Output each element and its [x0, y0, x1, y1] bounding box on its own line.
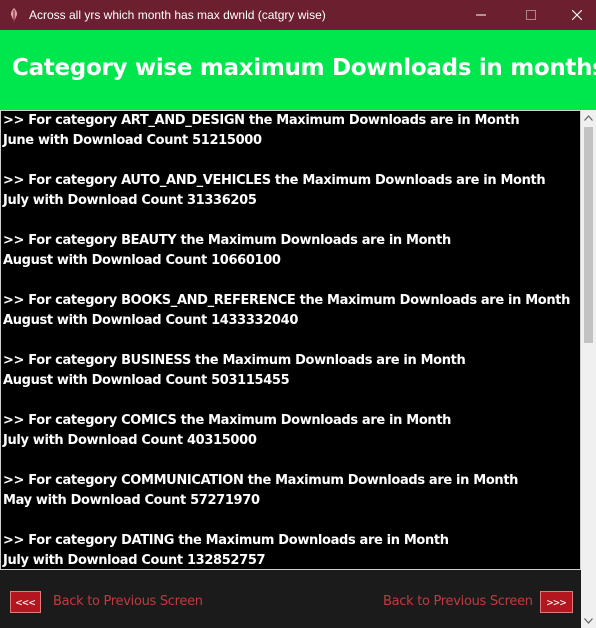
entry-count-line: July with Download Count 31336205: [3, 193, 257, 208]
entry-category-line: >> For category AUTO_AND_VEHICLES the Ma…: [3, 173, 546, 188]
next-button[interactable]: >>>: [540, 591, 573, 613]
list-item: >> For category BUSINESS the Maximum Dow…: [3, 351, 570, 391]
entry-count-line: August with Download Count 1433332040: [3, 313, 299, 328]
list-item: >> For category DATING the Maximum Downl…: [3, 531, 570, 569]
list-item: >> For category ART_AND_DESIGN the Maxim…: [3, 111, 570, 151]
previous-button[interactable]: <<<: [10, 591, 41, 613]
entry-count-line: June with Download Count 51215000: [3, 133, 262, 148]
page-header: Category wise maximum Downloads in month…: [0, 30, 596, 110]
back-link-left[interactable]: Back to Previous Screen: [53, 594, 203, 609]
footer-bar: <<< Back to Previous Screen Back to Prev…: [0, 570, 581, 628]
entry-count-line: July with Download Count 132852757: [3, 553, 266, 568]
window-title: Across all yrs which month has max dwnld…: [29, 8, 326, 22]
minimize-button[interactable]: [458, 0, 504, 30]
results-text-area[interactable]: >> For category ART_AND_DESIGN the Maxim…: [0, 110, 581, 570]
entry-category-line: >> For category BEAUTY the Maximum Downl…: [3, 233, 451, 248]
feather-app-icon: [8, 8, 20, 22]
list-item: >> For category COMICS the Maximum Downl…: [3, 411, 570, 451]
entry-category-line: >> For category ART_AND_DESIGN the Maxim…: [3, 113, 520, 128]
close-button[interactable]: [554, 0, 596, 30]
entry-count-line: July with Download Count 40315000: [3, 433, 257, 448]
minimize-icon: [476, 14, 486, 16]
scroll-up-button[interactable]: [581, 110, 596, 125]
vertical-scrollbar[interactable]: [581, 110, 596, 628]
page-title: Category wise maximum Downloads in month…: [12, 55, 596, 81]
entry-category-line: >> For category DATING the Maximum Downl…: [3, 533, 449, 548]
scrollbar-thumb[interactable]: [584, 127, 593, 343]
entry-count-line: May with Download Count 57271970: [3, 493, 260, 508]
scroll-down-arrow-icon: [584, 617, 593, 624]
entry-count-line: August with Download Count 10660100: [3, 253, 281, 268]
entry-category-line: >> For category BUSINESS the Maximum Dow…: [3, 353, 466, 368]
entry-category-line: >> For category BOOKS_AND_REFERENCE the …: [3, 293, 571, 308]
window-titlebar: Across all yrs which month has max dwnld…: [0, 0, 596, 30]
maximize-button[interactable]: [508, 0, 554, 30]
entry-category-line: >> For category COMICS the Maximum Downl…: [3, 413, 452, 428]
scroll-up-arrow-icon: [584, 114, 593, 121]
entry-count-line: August with Download Count 503115455: [3, 373, 290, 388]
maximize-icon: [526, 10, 536, 20]
list-item: >> For category BOOKS_AND_REFERENCE the …: [3, 291, 570, 331]
close-icon: [572, 10, 582, 20]
scroll-down-button[interactable]: [581, 613, 596, 628]
back-link-right[interactable]: Back to Previous Screen: [383, 594, 533, 609]
list-item: >> For category BEAUTY the Maximum Downl…: [3, 231, 570, 271]
results-list: >> For category ART_AND_DESIGN the Maxim…: [3, 111, 570, 569]
entry-category-line: >> For category COMMUNICATION the Maximu…: [3, 473, 519, 488]
list-item: >> For category AUTO_AND_VEHICLES the Ma…: [3, 171, 570, 211]
list-item: >> For category COMMUNICATION the Maximu…: [3, 471, 570, 511]
